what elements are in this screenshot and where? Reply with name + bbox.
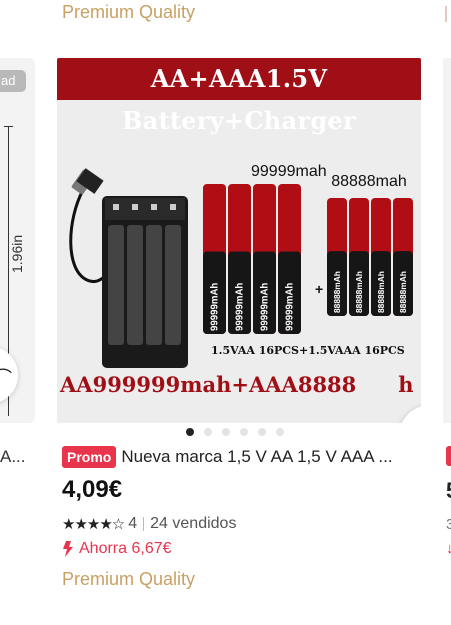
aaa-battery-pack: 88888mAh 88888mAh 88888mAh 88888mAh — [327, 198, 413, 316]
battery-charger-illustration: 99999mah 88888mah 99999mAh 99999mAh 99999m… — [69, 163, 413, 368]
left-add-to-cart-button[interactable]: ⌒ — [0, 346, 18, 404]
carousel-dot[interactable] — [258, 428, 266, 436]
pcs-label: 1.5VAA 16PCS+1.5VAAA 16PCS — [211, 344, 405, 357]
battery-cell-label: 88888mAh — [376, 271, 386, 313]
battery-cell-label: 88888mAh — [398, 271, 408, 313]
product-title[interactable]: Nueva marca 1,5 V AA 1,5 V AAA ... — [121, 447, 392, 467]
plus-sign: + — [315, 281, 323, 297]
previous-quality-label: Premium Quality — [62, 2, 196, 22]
cart-icon: ⌒ — [0, 368, 12, 388]
image-bottom-text: AA999999mah+AAA8888 h — [60, 372, 414, 397]
aa-battery-pack: 99999mAh 99999mAh 99999mAh 99999mAh — [203, 184, 301, 334]
previous-card-edge — [443, 0, 451, 28]
saving-row: Ahorra 6,67€ — [62, 540, 172, 558]
promo-badge: Promo — [62, 446, 117, 468]
sold-count: 24 vendidos — [150, 515, 237, 532]
battery-cell-label: 88888mAh — [332, 271, 342, 313]
quality-label: Premium Quality — [62, 569, 196, 589]
battery-cell-label: 99999mAh — [210, 283, 221, 331]
product-price: 4,09€ — [62, 476, 123, 503]
rating-row: ★★★★☆ 4 24 vendidos — [62, 515, 236, 533]
battery-cell-label: 99999mAh — [260, 283, 271, 331]
carousel-dot[interactable] — [240, 428, 248, 436]
cart-plus-icon — [415, 421, 421, 423]
right-product-rating: 3 — [446, 516, 451, 533]
image-banner: AA+AAA1.5V Battery+Charger — [57, 58, 421, 135]
carousel-dot[interactable] — [186, 428, 194, 436]
right-product-price: 5 — [446, 478, 451, 504]
product-title-row[interactable]: Promo Nueva marca 1,5 V AA 1,5 V AAA ... — [62, 445, 424, 469]
carousel-dot[interactable] — [276, 428, 284, 436]
down-arrow-icon — [63, 541, 73, 557]
divider — [143, 517, 145, 531]
dimension-label: 1.96in — [9, 234, 25, 273]
product-image[interactable]: AA+AAA1.5V Battery+Charger 99999mah 8888… — [57, 58, 421, 423]
right-promo-badge — [446, 446, 451, 466]
left-product-title[interactable]: A... — [0, 447, 26, 467]
aa-capacity-label: 99999mah — [251, 163, 327, 180]
saving-amount: Ahorra 6,67€ — [79, 540, 172, 557]
ad-badge: ad — [0, 70, 26, 92]
left-product-card-image[interactable]: ad 1.96in ⌒ — [0, 58, 35, 423]
star-rating-icon: ★★★★☆ — [62, 516, 125, 533]
battery-cell-label: 99999mAh — [235, 283, 246, 331]
right-saving-icon: ↓ — [446, 540, 451, 557]
carousel-dot[interactable] — [222, 428, 230, 436]
aaa-capacity-label: 88888mah — [331, 173, 407, 190]
add-to-cart-button[interactable] — [399, 405, 421, 423]
battery-cell-label: 88888mAh — [354, 271, 364, 313]
right-product-card-image[interactable] — [443, 58, 451, 423]
carousel-dots — [186, 428, 284, 438]
rating-value: 4 — [128, 515, 138, 532]
battery-cell-label: 99999mAh — [285, 283, 296, 331]
carousel-dot[interactable] — [204, 428, 212, 436]
